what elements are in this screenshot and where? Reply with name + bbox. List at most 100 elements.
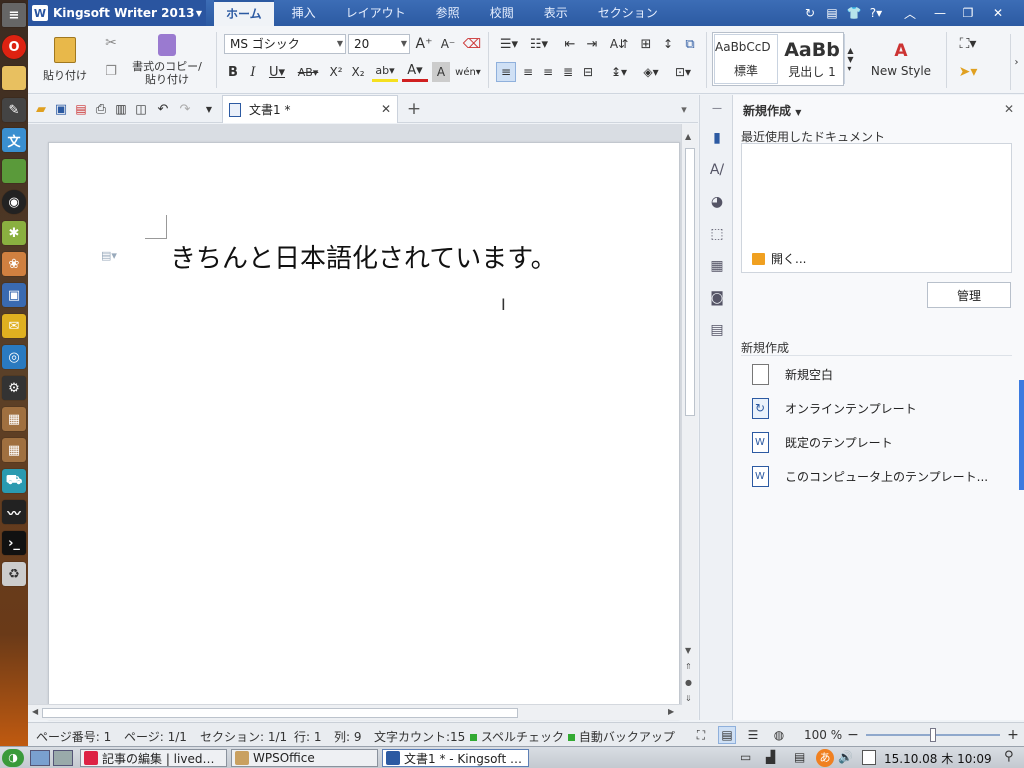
redo-icon[interactable]: ↷ (176, 100, 194, 118)
page-view-icon[interactable]: ▤ (718, 726, 736, 744)
new-style-button[interactable]: A New Style (862, 34, 940, 84)
scroll-thumb[interactable] (685, 148, 695, 416)
monitor-icon[interactable]: 〰 (2, 500, 26, 524)
copy-icon[interactable]: ❐ (102, 62, 120, 80)
undo-icon[interactable]: ↶ (154, 100, 172, 118)
horizontal-scrollbar[interactable]: ◀ ▶ (28, 704, 682, 720)
vertical-scrollbar[interactable]: ▲ ▼ ⇑ ● ⇓ (681, 124, 698, 720)
print-icon[interactable]: ⎙ (92, 100, 110, 118)
scroll-right-icon[interactable]: ▶ (668, 707, 674, 716)
taskbar-item-folder[interactable]: WPSOffice (231, 749, 378, 767)
tab-layout[interactable]: レイアウト (334, 0, 418, 26)
notes-icon[interactable] (2, 66, 26, 90)
table-icon[interactable]: ⊞ (636, 34, 656, 54)
workspace-2-button[interactable] (53, 750, 73, 766)
bullets-icon[interactable]: ☰▾ (496, 34, 522, 54)
increase-indent-icon[interactable]: ⇥ (582, 34, 602, 54)
find-icon[interactable]: ⛶▾ (954, 34, 982, 54)
manage-button[interactable]: 管理 (927, 282, 1011, 308)
installer-icon[interactable]: ▦ (2, 438, 26, 462)
borders-icon[interactable]: ⊡▾ (670, 62, 696, 82)
subscript-button[interactable]: X₂ (348, 62, 368, 82)
scroll-left-icon[interactable]: ◀ (32, 707, 38, 716)
underline-button[interactable]: U▾ (264, 62, 290, 82)
clear-format-icon[interactable]: ⌫ (462, 34, 482, 54)
pdf-icon[interactable]: ▤ (822, 3, 842, 23)
navigation-icon[interactable]: ▦ (708, 257, 726, 275)
zoom-in-icon[interactable]: + (1006, 726, 1020, 744)
open-folder-icon[interactable]: ▰ (32, 100, 50, 118)
italic-button[interactable]: I (244, 62, 262, 82)
cart-icon[interactable]: ⛟ (2, 469, 26, 493)
package-icon[interactable]: ▦ (2, 407, 26, 431)
show-desktop-icon[interactable]: ⚲ (1004, 749, 1014, 764)
spell-check-toggle[interactable]: スペルチェック (470, 728, 564, 745)
network-status-icon[interactable]: ▤ (794, 750, 805, 764)
style-gallery-more-icon[interactable]: ▲ ▼ ▾ (844, 34, 856, 84)
char-shading-icon[interactable]: A (432, 62, 450, 82)
export-pdf-icon[interactable]: ▤ (72, 100, 90, 118)
zoom-level[interactable]: 100 % (804, 728, 842, 742)
volume-icon[interactable]: 🔊 (838, 750, 853, 764)
style-normal[interactable]: AaBbCcD 標準 (714, 34, 778, 84)
close-icon[interactable]: ✕ (988, 3, 1008, 23)
align-right-button[interactable]: ≡ (538, 62, 558, 82)
template-new-blank[interactable]: 新規空白 (749, 361, 833, 387)
task-pane-resize-handle[interactable] (1019, 380, 1024, 490)
task-pane-close-icon[interactable]: ✕ (1004, 102, 1014, 116)
zoom-out-icon[interactable]: − (846, 726, 860, 744)
tab-insert[interactable]: 挿入 (280, 0, 328, 26)
tab-home[interactable]: ホーム (214, 0, 274, 26)
taskbar-item-browser[interactable]: 記事の編集 | lived… (80, 749, 227, 767)
paste-button[interactable]: 貼り付け (36, 32, 94, 88)
shrink-font-icon[interactable]: A⁻ (438, 34, 458, 54)
new-document-icon[interactable]: ▮ (708, 129, 726, 147)
network-icon[interactable]: ◎ (2, 345, 26, 369)
sync-icon[interactable]: ↻ (800, 3, 820, 23)
tab-menu-icon[interactable]: ▾ (676, 101, 692, 117)
tab-section[interactable]: セクション (586, 0, 670, 26)
terminal-icon[interactable]: ›_ (2, 531, 26, 555)
minimize-icon[interactable]: — (930, 3, 950, 23)
phonetic-guide-icon[interactable]: wén▾ (454, 62, 482, 82)
app-menu-button[interactable]: W Kingsoft Writer 2013 (28, 0, 206, 26)
format-painter-button[interactable]: 書式のコピー/ 貼り付け (124, 32, 210, 88)
taskbar-item-writer[interactable]: 文書1 * - Kingsoft … (382, 749, 529, 767)
template-default[interactable]: W 既定のテンプレート (749, 429, 893, 455)
grow-font-icon[interactable]: A⁺ (414, 34, 434, 54)
prev-page-icon[interactable]: ▼ (685, 646, 691, 655)
ribbon-scroll-right-icon[interactable]: › (1010, 34, 1022, 90)
bold-button[interactable]: B (224, 62, 242, 82)
auto-backup-toggle[interactable]: 自動バックアップ (568, 728, 675, 745)
numbering-icon[interactable]: ☷▾ (526, 34, 552, 54)
prev-page-icon[interactable]: ⇑ (685, 662, 692, 671)
settings-icon[interactable]: ⚙ (2, 376, 26, 400)
sidebar-collapse-icon[interactable]: — (708, 99, 726, 117)
paint-icon[interactable]: ❀ (2, 252, 26, 276)
select-icon[interactable]: ➤▾ (954, 62, 982, 82)
select-browse-icon[interactable]: ● (685, 678, 692, 687)
open-file-link[interactable]: 開く... (752, 250, 806, 267)
trash-icon[interactable]: ♻ (2, 562, 26, 586)
justify-button[interactable]: ≣ (558, 62, 578, 82)
next-page-icon[interactable]: ⇓ (685, 694, 692, 703)
bug-icon[interactable]: ✱ (2, 221, 26, 245)
quick-access-dropdown-icon[interactable]: ▼ (202, 100, 216, 118)
distributed-button[interactable]: ⊟ (578, 62, 598, 82)
new-tab-icon[interactable]: + (404, 99, 424, 119)
help-icon[interactable]: ?▾ (866, 3, 886, 23)
skin-icon[interactable]: 👕 (844, 3, 864, 23)
scroll-up-icon[interactable]: ▲ (685, 132, 691, 141)
align-center-button[interactable]: ≡ (518, 62, 538, 82)
font-color-icon[interactable]: A▾ (402, 62, 428, 82)
menu-icon[interactable]: ≡ (2, 3, 26, 27)
signal-icon[interactable]: ▟ (766, 750, 775, 764)
web-view-icon[interactable]: ◍ (770, 726, 788, 744)
mail-icon[interactable]: ✉ (2, 314, 26, 338)
workspace-1-button[interactable] (30, 750, 50, 766)
font-size-select[interactable]: 20 ▼ (348, 34, 410, 54)
line-spacing-icon[interactable]: ↨▾ (606, 62, 632, 82)
status-word-count[interactable]: 文字カウント:15 (374, 728, 465, 745)
opera-icon[interactable]: O (2, 35, 26, 59)
battery-icon[interactable]: ▭ (740, 750, 751, 764)
